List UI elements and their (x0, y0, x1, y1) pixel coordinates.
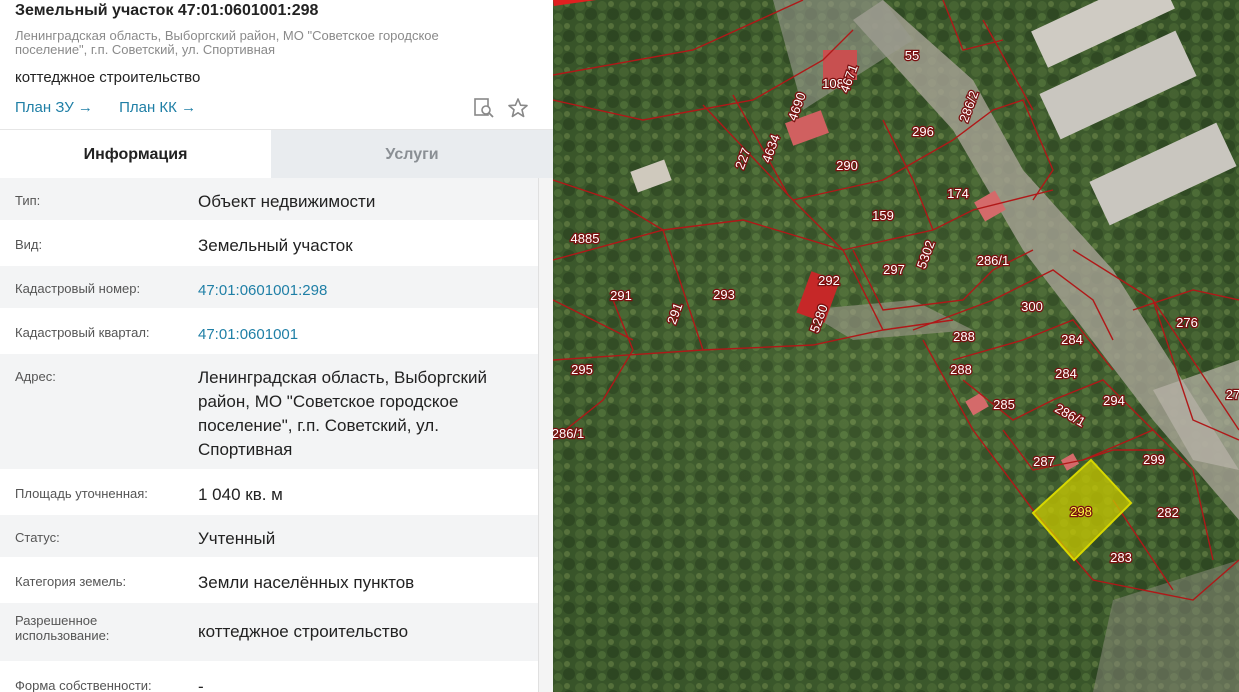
parcel-label: 295 (571, 362, 593, 377)
info-label: Разрешенное использование: (15, 613, 110, 643)
info-row-cadastral-quarter: Кадастровый квартал: 47:01:0601001 (0, 310, 538, 354)
info-row-kind: Вид: Земельный участок (0, 222, 538, 266)
scrollbar[interactable] (538, 178, 553, 692)
parcel-label: 297 (883, 262, 905, 277)
info-row-type: Тип: Объект недвижимости (0, 178, 538, 222)
info-value: коттеджное строительство (198, 622, 409, 641)
info-label: Кадастровый квартал: (15, 325, 150, 340)
cadastral-number-link[interactable]: 47:01:0601001:298 (183, 266, 538, 303)
info-label: Площадь уточненная: (15, 486, 148, 501)
info-value: Объект недвижимости (198, 192, 376, 211)
parcel-label: 294 (1103, 393, 1125, 408)
info-value: Учтенный (198, 529, 276, 548)
plan-zu-link[interactable]: План ЗУ → (15, 99, 93, 116)
info-row-ownership: Форма собственности: - (0, 663, 538, 692)
parcel-label: 286/1 (553, 426, 584, 441)
search-document-icon[interactable] (473, 97, 495, 119)
info-row-area: Площадь уточненная: 1 040 кв. м (0, 471, 538, 515)
cadastral-quarter-link[interactable]: 47:01:0601001 (183, 310, 538, 347)
tab-services[interactable]: Услуги (271, 130, 553, 179)
info-label: Адрес: (15, 369, 56, 384)
parcel-label: 27 (1226, 387, 1239, 402)
parcel-label: 296 (912, 124, 934, 139)
parcel-label-selected: 298 (1070, 504, 1092, 519)
parcel-label: 55 (905, 48, 919, 63)
info-label: Форма собственности: (15, 678, 152, 692)
info-label: Категория земель: (15, 574, 127, 589)
page-title: Земельный участок 47:01:0601001:298 (15, 2, 319, 19)
plan-links: План ЗУ → План КК → (15, 99, 218, 116)
info-row-land-category: Категория земель: Земли населённых пункт… (0, 559, 538, 603)
parcel-label: 300 (1021, 299, 1043, 314)
parcel-label: 284 (1055, 366, 1077, 381)
map-canvas[interactable]: 55 108 4671 4690 296 286/2 4634 227 290 … (553, 0, 1239, 692)
parcel-label: 276 (1176, 315, 1198, 330)
header-actions (473, 97, 529, 119)
info-value: Земельный участок (198, 236, 353, 255)
plan-kk-link[interactable]: План КК → (119, 99, 196, 116)
info-value: Земли населённых пунктов (198, 573, 415, 592)
info-panel: Земельный участок 47:01:0601001:298 Лени… (0, 0, 553, 692)
parcel-label: 287 (1033, 454, 1055, 469)
info-label: Кадастровый номер: (15, 281, 141, 296)
parcel-label: 291 (610, 288, 632, 303)
parcel-label: 285 (993, 397, 1015, 412)
info-label: Тип: (15, 193, 41, 208)
parcel-label: 159 (872, 208, 894, 223)
info-value: 1 040 кв. м (198, 485, 283, 504)
info-row-status: Статус: Учтенный (0, 515, 538, 559)
info-value: Ленинградская область, Выборгский район,… (198, 368, 487, 459)
star-icon[interactable] (507, 97, 529, 119)
info-row-address: Адрес: Ленинградская область, Выборгский… (0, 354, 538, 471)
address-subtitle: Ленинградская область, Выборгский район,… (15, 28, 439, 57)
tab-bar: Информация Услуги (0, 129, 553, 179)
info-table: Тип: Объект недвижимости Вид: Земельный … (0, 178, 538, 692)
parcel-label: 299 (1143, 452, 1165, 467)
parcel-label: 4885 (571, 231, 600, 246)
parcel-label: 174 (947, 186, 969, 201)
info-value: - (198, 677, 204, 692)
parcel-label: 284 (1061, 332, 1083, 347)
parcel-label: 290 (836, 158, 858, 173)
parcel-label: 293 (713, 287, 735, 302)
parcel-label: 283 (1110, 550, 1132, 565)
info-row-cadastral-number: Кадастровый номер: 47:01:0601001:298 (0, 266, 538, 310)
parcel-label: 288 (953, 329, 975, 344)
parcel-label: 292 (818, 273, 840, 288)
usage-text: коттеджное строительство (15, 69, 201, 86)
info-label: Вид: (15, 237, 43, 252)
parcel-label: 282 (1157, 505, 1179, 520)
parcel-label: 286/1 (977, 253, 1010, 268)
info-label: Статус: (15, 530, 60, 545)
info-row-permitted-use: Разрешенное использование: коттеджное ст… (0, 603, 538, 663)
tab-information[interactable]: Информация (0, 130, 271, 179)
parcel-label: 288 (950, 362, 972, 377)
cadastral-map[interactable]: 55 108 4671 4690 296 286/2 4634 227 290 … (553, 0, 1239, 692)
